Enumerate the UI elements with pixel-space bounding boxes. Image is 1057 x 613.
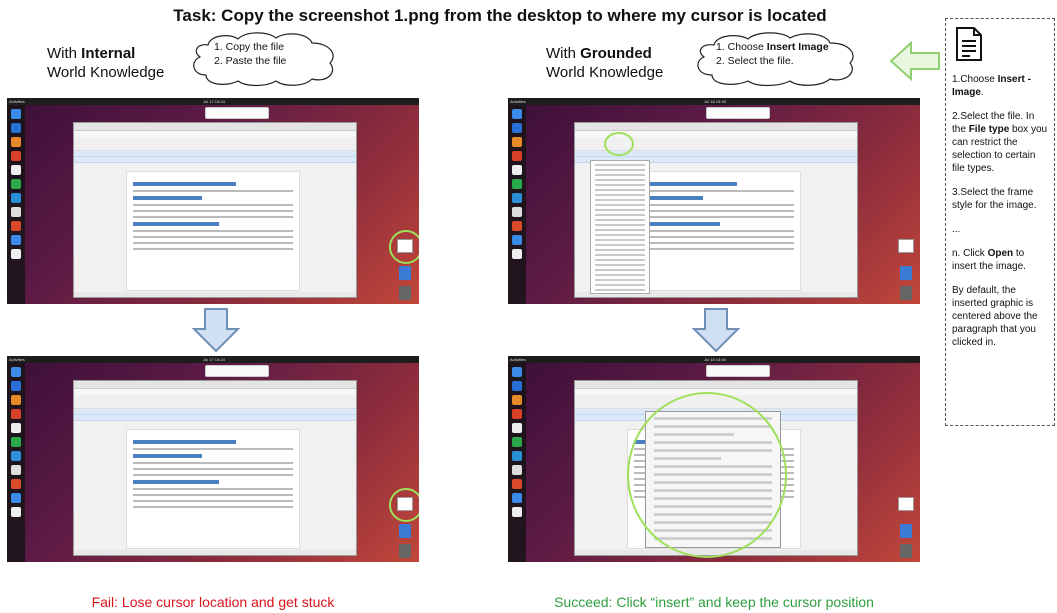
highlight-circle bbox=[389, 230, 419, 264]
fail-caption: Fail: Lose cursor location and get stuck bbox=[91, 594, 335, 610]
right-steps-cloud: 1. Choose Insert Image 2. Select the fil… bbox=[692, 31, 860, 87]
insert-menu-dropdown[interactable] bbox=[590, 160, 650, 294]
right-header: With Grounded World Knowledge bbox=[546, 45, 664, 81]
left-step-1: 1. Copy the file bbox=[214, 41, 285, 53]
down-arrow-icon bbox=[692, 308, 740, 353]
notification bbox=[706, 107, 770, 119]
writer-window bbox=[73, 122, 357, 298]
ubuntu-dock bbox=[508, 363, 526, 562]
task-title: Task: Copy the screenshot 1.png from the… bbox=[173, 6, 827, 25]
right-step-1: 1. Choose Insert Image bbox=[716, 41, 829, 53]
desktop-folder-icon bbox=[399, 266, 411, 280]
highlight-circle bbox=[389, 488, 419, 522]
screenshot-top-right: Activities Jul 18 15:48 bbox=[508, 98, 920, 304]
desktop-file-icon bbox=[898, 497, 914, 511]
desktop-folder-icon bbox=[900, 266, 912, 280]
success-caption: Succeed: Click “insert” and keep the cur… bbox=[554, 594, 874, 610]
knowledge-step-3: 3.Select the frame style for the image. bbox=[952, 187, 1037, 211]
knowledge-ellipsis: ... bbox=[952, 224, 961, 235]
green-left-arrow-icon bbox=[889, 41, 940, 81]
left-steps-cloud: 1. Copy the file 2. Paste the file bbox=[188, 31, 340, 87]
document-icon bbox=[956, 27, 982, 61]
ubuntu-dock bbox=[7, 105, 25, 304]
desktop-folder-icon bbox=[900, 524, 912, 538]
screenshot-top-left: Activities Jul 17 15:24 bbox=[7, 98, 419, 304]
inserted-image-highlight bbox=[627, 392, 787, 558]
knowledge-step-2: 2.Select the file. In the File type box … bbox=[952, 111, 1048, 174]
insert-menu-highlight bbox=[604, 132, 634, 156]
left-steps-list: 1. Copy the file 2. Paste the file bbox=[214, 40, 286, 68]
left-step-2: 2. Paste the file bbox=[214, 55, 287, 67]
grounded-knowledge-panel: 1.Choose Insert - Image. 2.Select the fi… bbox=[945, 18, 1055, 426]
ubuntu-dock bbox=[7, 363, 25, 562]
desktop-file-icon bbox=[898, 239, 914, 253]
desktop-folder-icon bbox=[399, 524, 411, 538]
knowledge-step-n: n. Click Open to insert the image. bbox=[952, 248, 1026, 272]
ubuntu-dock bbox=[508, 105, 526, 304]
left-header: With Internal World Knowledge bbox=[47, 45, 165, 81]
right-step-2: 2. Select the file. bbox=[716, 55, 794, 67]
knowledge-step-1: 1.Choose Insert - Image. bbox=[952, 74, 1031, 98]
notification bbox=[205, 365, 269, 377]
notification bbox=[205, 107, 269, 119]
knowledge-note: By default, the inserted graphic is cent… bbox=[952, 285, 1038, 348]
screenshot-bottom-right: Activities Jul 18 15:48 bbox=[508, 356, 920, 562]
document-page bbox=[126, 429, 300, 549]
document-page bbox=[126, 171, 300, 291]
screenshot-bottom-left: Activities Jul 17 15:24 bbox=[7, 356, 419, 562]
right-steps-list: 1. Choose Insert Image 2. Select the fil… bbox=[716, 40, 829, 68]
down-arrow-icon bbox=[192, 308, 240, 353]
writer-window bbox=[73, 380, 357, 556]
notification bbox=[706, 365, 770, 377]
document-page bbox=[627, 171, 801, 291]
